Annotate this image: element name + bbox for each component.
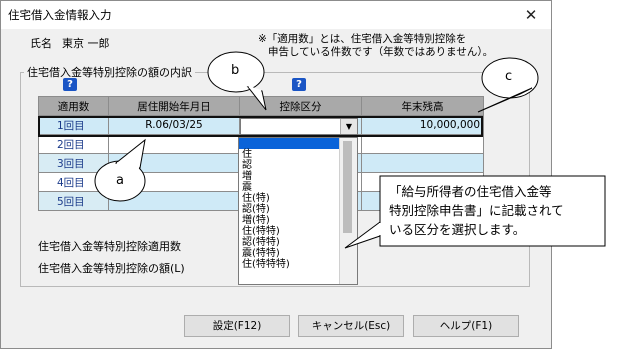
callout-line-2: 特別控除申告書」に記載されて [389,203,564,218]
callout-line-3: いる区分を選択します。 [389,222,526,237]
callout-pointer [344,221,381,249]
callout-line-1: 「給与所得者の住宅借入金等 [389,184,552,199]
label-b: b [231,63,240,78]
label-a: a [116,173,124,188]
annotation-overlay [94,51,606,249]
label-c: c [505,69,513,84]
